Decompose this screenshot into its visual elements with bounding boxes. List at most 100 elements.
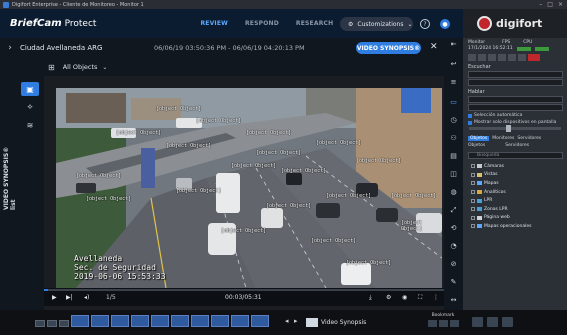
onscreen-only-checkbox[interactable]: Mostrar solo dispositivos en pantalla <box>463 118 567 125</box>
object-timestamp[interactable]: [object Object] <box>281 168 326 174</box>
close-icon[interactable]: ✕ <box>430 42 438 52</box>
tree-item-mapas[interactable]: Mapas <box>463 179 567 188</box>
list-icon[interactable]: ≡ <box>448 78 459 86</box>
search-input[interactable]: Búsqueda <box>468 152 563 159</box>
layout-thumb[interactable] <box>151 315 169 327</box>
layout-thumb[interactable] <box>47 320 57 327</box>
color-icon[interactable]: ◍ <box>448 188 459 196</box>
download-icon[interactable]: ⤓ <box>369 294 372 302</box>
object-timestamp[interactable]: [object Object] <box>311 238 356 244</box>
tree-item-analiticos[interactable]: Analíticos <box>463 188 567 197</box>
mute-button[interactable] <box>528 54 540 61</box>
auto-select-checkbox[interactable]: Selección automática <box>463 111 567 118</box>
speed-icon[interactable]: ⊘ <box>448 260 459 268</box>
layout-thumb[interactable] <box>111 315 129 327</box>
nav-review[interactable]: REVIEW <box>200 20 228 27</box>
object-timestamp[interactable]: [object Object] <box>316 140 361 146</box>
path-area-icon[interactable]: ✎ <box>448 278 459 286</box>
video-synopsis-player[interactable]: [object Object] [object Object] [object … <box>56 88 442 288</box>
object-timestamp[interactable]: [object Object] <box>76 173 121 179</box>
layout-thumb[interactable] <box>171 315 189 327</box>
layout-thumb[interactable] <box>59 320 69 327</box>
tab-objetos[interactable]: Objetos <box>468 136 490 141</box>
object-timestamp[interactable]: [object Object] <box>156 106 201 112</box>
object-timestamp[interactable]: [object Object] <box>346 260 391 266</box>
object-timestamp[interactable]: [object Object] <box>266 203 311 209</box>
object-timestamp[interactable]: [object Object] <box>246 130 291 136</box>
back-icon[interactable]: ↩ <box>448 60 459 68</box>
tree-item-lpr[interactable]: LPR <box>463 196 567 205</box>
collapse-icon[interactable]: ⇤ <box>448 40 459 48</box>
video-synopsis-list-label[interactable]: VIDEO SYNOPSIS® list <box>3 140 17 210</box>
toolbar-button[interactable] <box>478 54 486 61</box>
scroll-right-icon[interactable]: ▸ <box>294 317 298 325</box>
maximize-button[interactable]: □ <box>547 1 553 8</box>
layout-thumb[interactable] <box>71 315 89 327</box>
layout-button[interactable] <box>487 317 498 327</box>
settings-icon[interactable]: ⚙ <box>386 294 391 301</box>
layout-thumb[interactable] <box>35 320 45 327</box>
tree-item-camaras[interactable]: Cámaras <box>463 162 567 171</box>
arrows-icon[interactable]: ↔ <box>448 296 459 304</box>
object-timestamp[interactable]: [object Object] <box>196 118 241 124</box>
object-timestamp[interactable]: [object Object] <box>166 143 211 149</box>
layout-thumb[interactable] <box>231 315 249 327</box>
video-icon[interactable]: ▭ <box>448 98 459 106</box>
help-icon[interactable]: ? <box>420 19 430 29</box>
object-timestamp[interactable]: [object Object] <box>86 196 131 202</box>
path-icon[interactable]: ⟡ <box>21 100 39 114</box>
size-icon[interactable]: ⤢ <box>448 206 459 215</box>
car-icon[interactable]: ◫ <box>448 170 459 178</box>
object-timestamp[interactable]: [object Object] <box>356 158 401 164</box>
toolbar-button[interactable] <box>508 54 516 61</box>
layout-thumb[interactable] <box>191 315 209 327</box>
layout-button[interactable] <box>472 317 483 327</box>
chevron-down-icon[interactable]: ⌄ <box>102 64 107 71</box>
hablar-field-2[interactable] <box>468 104 563 111</box>
panel-slider[interactable] <box>469 125 561 132</box>
nav-respond[interactable]: RESPOND <box>245 20 279 27</box>
layers-icon[interactable]: ≋ <box>21 118 39 132</box>
tab-monitores[interactable]: Monitores <box>492 136 514 141</box>
object-timestamp[interactable]: [object Object] <box>326 193 371 199</box>
object-timestamp[interactable]: [object Object] <box>116 130 161 136</box>
toolbar-button[interactable] <box>468 54 476 61</box>
tree-item-zonas-lpr[interactable]: Zonas LPR <box>463 205 567 214</box>
object-timestamp[interactable]: [object Object] <box>231 163 276 169</box>
filter-icon[interactable]: ⊞ <box>48 63 55 72</box>
volume-icon[interactable]: ◂) <box>84 294 89 301</box>
direction-icon[interactable]: ⟲ <box>448 224 459 232</box>
tree-item-vistas[interactable]: Vistas <box>463 171 567 180</box>
all-objects-dropdown[interactable]: All Objects <box>63 63 98 71</box>
fullscreen-icon[interactable]: ⛶ <box>418 294 422 302</box>
escuchar-field[interactable] <box>468 71 563 78</box>
video-synopsis-monitor[interactable]: Video Synopsis <box>306 315 406 329</box>
objects-filter-icon[interactable]: ▣ <box>21 82 39 96</box>
object-timestamp[interactable]: [object Object] <box>401 220 442 232</box>
play-icon[interactable]: ▶ <box>52 294 57 301</box>
minimize-button[interactable]: – <box>539 1 542 8</box>
object-timestamp[interactable]: [object Object] <box>221 228 266 234</box>
tab-servidores[interactable]: Servidores <box>517 136 541 141</box>
user-icon[interactable]: ⚇ <box>448 134 459 142</box>
nav-research[interactable]: RESEARCH <box>296 20 333 27</box>
object-timestamp[interactable]: [object Object] <box>391 193 436 199</box>
toolbar-button[interactable] <box>488 54 496 61</box>
object-timestamp[interactable]: [object Object] <box>176 188 221 194</box>
escuchar-field-2[interactable] <box>468 79 563 86</box>
scroll-left-icon[interactable]: ◂ <box>285 317 289 325</box>
toolbar-button[interactable] <box>498 54 506 61</box>
subtab-servidores[interactable]: Servidores <box>505 143 529 148</box>
layout-button[interactable] <box>502 317 513 327</box>
layout-thumb[interactable] <box>131 315 149 327</box>
close-window-button[interactable]: × <box>558 1 563 8</box>
layout-thumb[interactable] <box>251 315 269 327</box>
more-icon[interactable]: ⋮ <box>433 294 439 301</box>
toolbar-button[interactable] <box>518 54 526 61</box>
playback-progress[interactable] <box>44 289 444 291</box>
user-avatar-icon[interactable]: ● <box>440 19 450 29</box>
tree-item-pagina-web[interactable]: Página web <box>463 214 567 223</box>
bookmark-button[interactable] <box>449 320 459 327</box>
clock-icon[interactable]: ◷ <box>448 116 459 124</box>
camera-snapshot-icon[interactable]: ◉ <box>402 294 407 301</box>
